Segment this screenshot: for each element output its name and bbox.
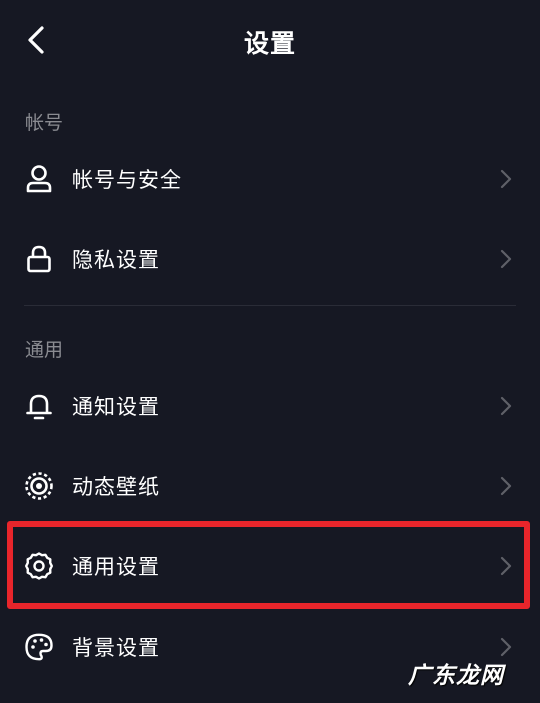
section-label-general: 通用 <box>25 339 64 361</box>
section-label-account: 帐号 <box>25 112 64 134</box>
chevron-right-icon <box>498 169 514 189</box>
section-divider <box>24 305 516 306</box>
user-icon <box>24 164 54 194</box>
settings-item-account-security[interactable]: 帐号与安全 <box>0 139 540 219</box>
settings-item-label: 背景设置 <box>72 636 160 660</box>
settings-item-label: 通知设置 <box>72 395 160 419</box>
settings-item-label: 帐号与安全 <box>72 168 182 192</box>
highlight-box <box>7 521 530 609</box>
bell-icon <box>24 391 54 421</box>
settings-item-label: 动态壁纸 <box>72 475 160 499</box>
chevron-right-icon <box>498 637 514 657</box>
settings-item-privacy[interactable]: 隐私设置 <box>0 219 540 299</box>
lock-icon <box>24 244 54 274</box>
live-wallpaper-icon <box>24 471 54 501</box>
chevron-right-icon <box>498 476 514 496</box>
settings-item-label: 隐私设置 <box>72 248 160 272</box>
settings-item-live-wallpaper[interactable]: 动态壁纸 <box>0 446 540 526</box>
chevron-right-icon <box>498 249 514 269</box>
page-title: 设置 <box>243 29 296 58</box>
settings-item-notifications[interactable]: 通知设置 <box>0 366 540 446</box>
top-bar: 设置 <box>0 0 540 82</box>
watermark: 广东龙网 <box>408 663 504 689</box>
palette-icon <box>24 632 54 662</box>
chevron-right-icon <box>498 396 514 416</box>
